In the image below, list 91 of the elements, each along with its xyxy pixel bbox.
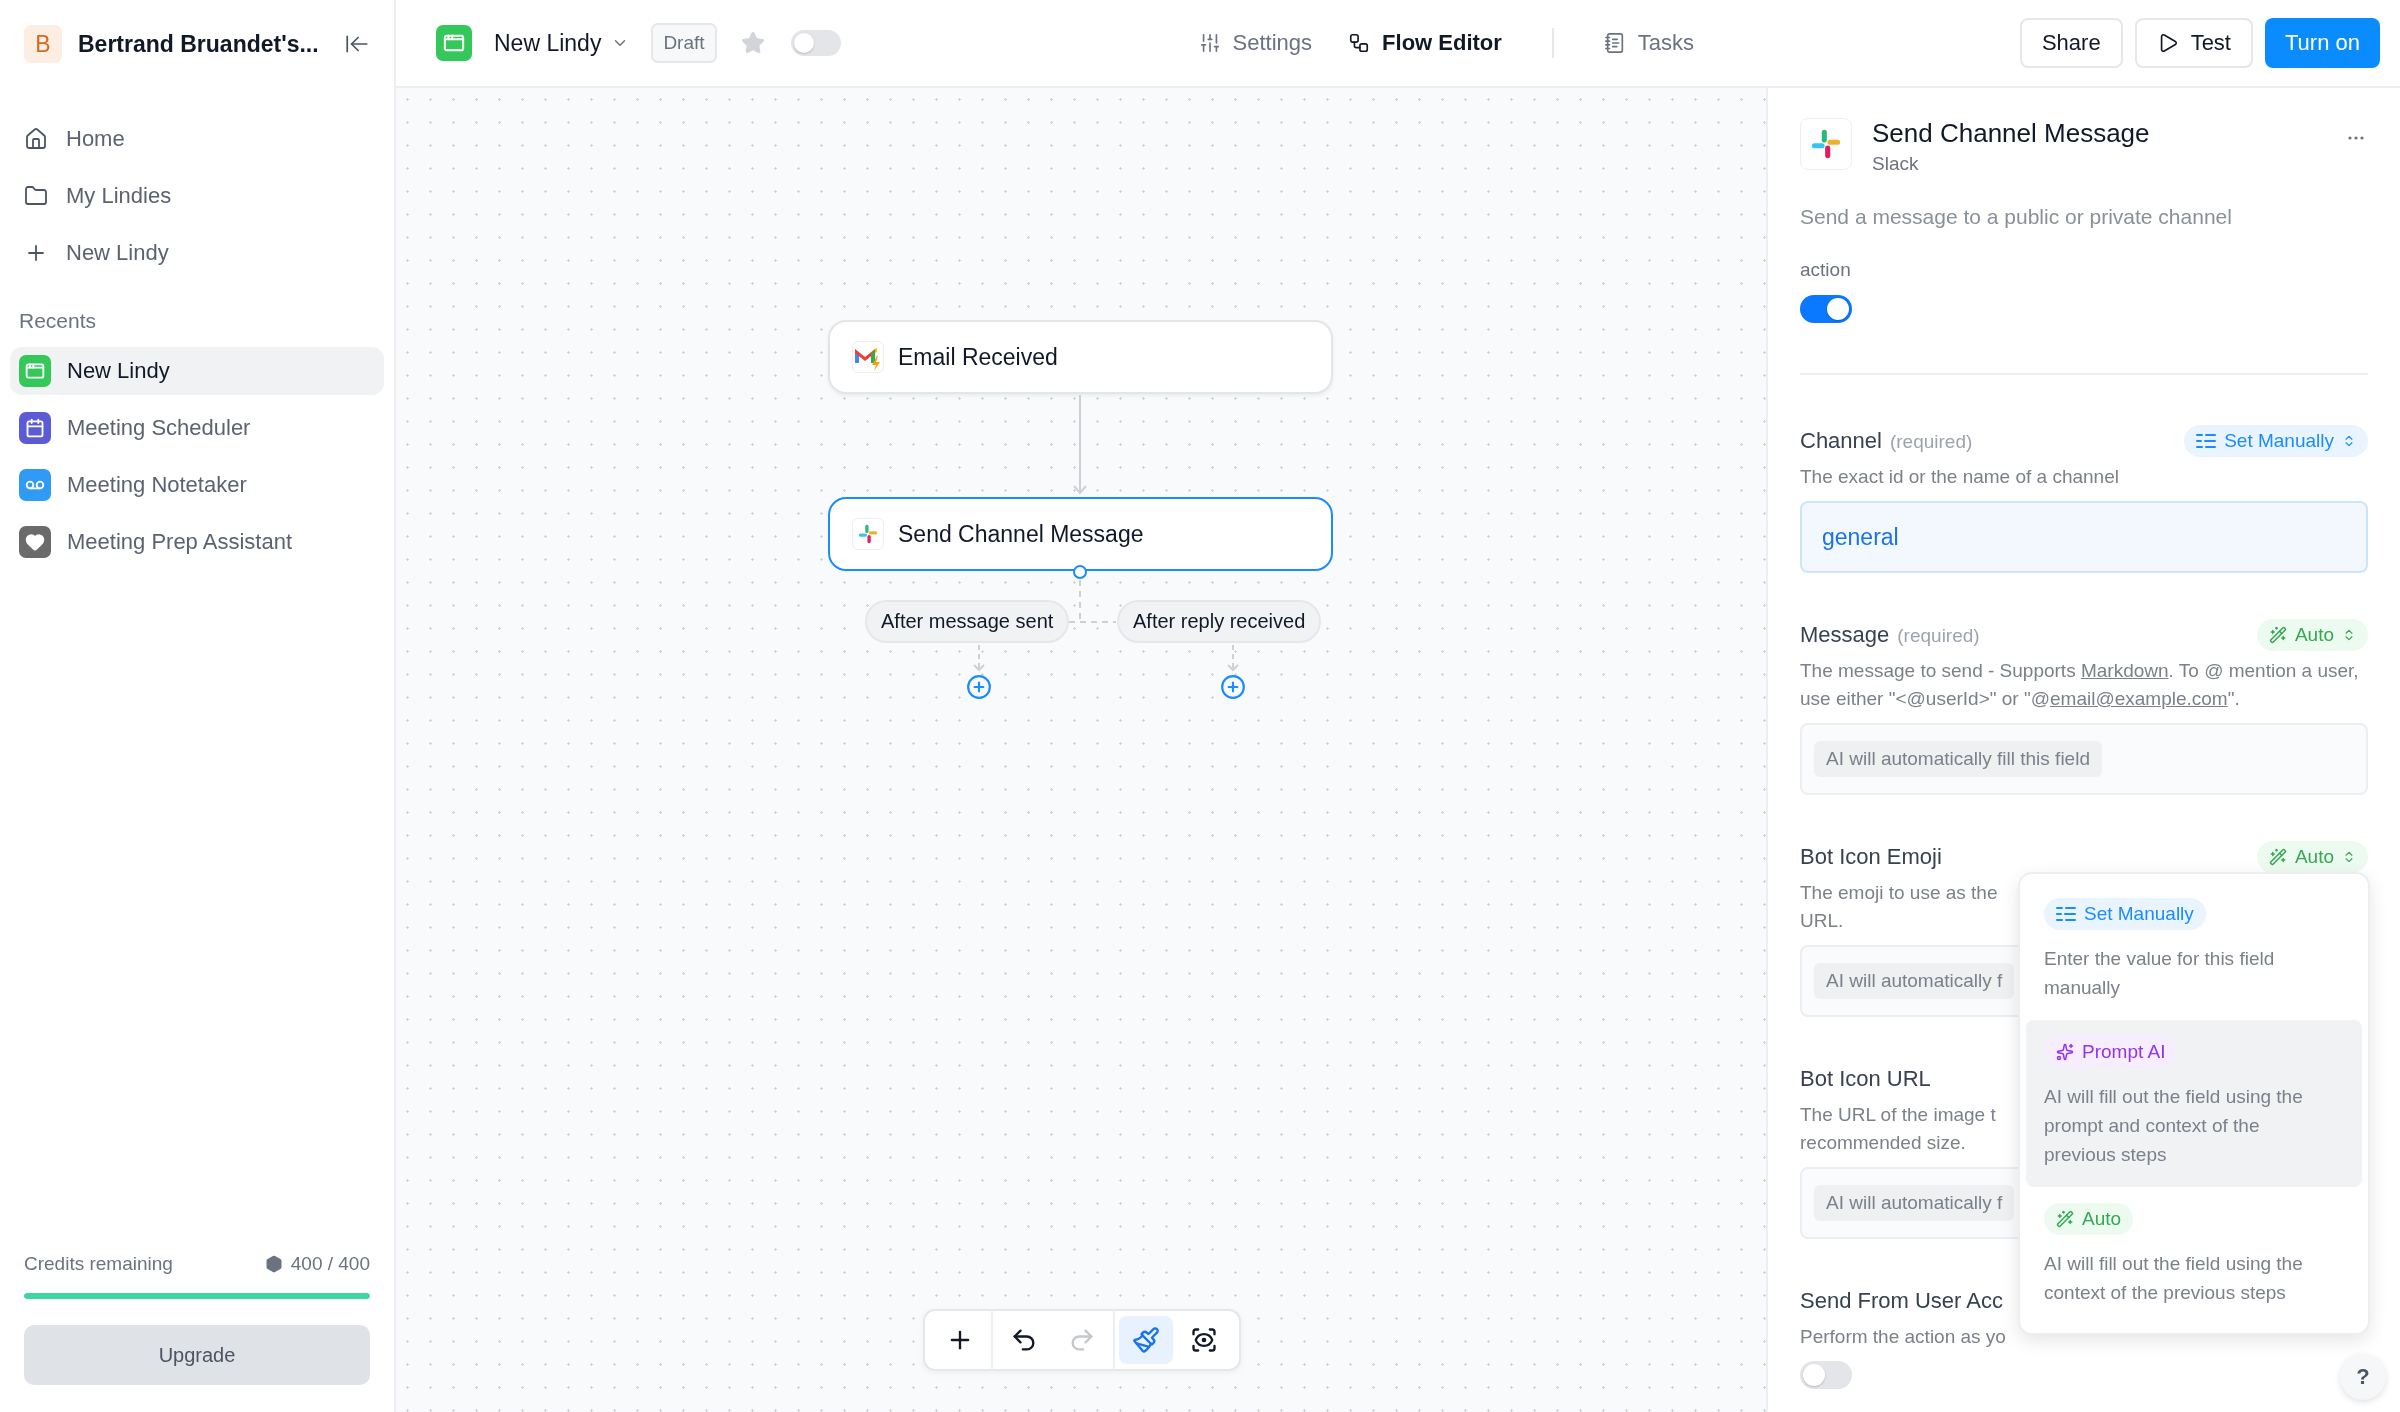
credits-reading: 400 / 400: [290, 1253, 370, 1275]
star-icon[interactable]: [740, 31, 765, 55]
mode-tag: Auto: [2044, 1203, 2134, 1235]
wand-icon: [2056, 1210, 2074, 1228]
menu-option[interactable]: Set Manually Enter the value for this field manually: [2026, 882, 2362, 1020]
wand-icon: [2268, 848, 2287, 866]
credit-icon: [264, 1255, 283, 1273]
auto-fill-note: AI will automatically f: [1814, 1185, 2015, 1221]
nav-item[interactable]: My Lindies: [10, 167, 384, 224]
menu-option[interactable]: Auto AI will fill out the field using the context of the previous steps: [2026, 1187, 2362, 1325]
panel-title: Send Channel Message: [1872, 118, 2151, 149]
section-label: Recents: [19, 309, 98, 333]
input-field[interactable]: AI will automatically fill this field: [1800, 723, 2368, 795]
dashed-arrow: [973, 644, 985, 672]
home-icon: [24, 126, 48, 151]
toggle-label: action: [1800, 259, 1852, 281]
field-label: Message: [1800, 622, 1890, 648]
field-label: Bot Icon Emoji: [1800, 844, 1942, 870]
add-step-button[interactable]: [966, 674, 992, 700]
upgrade-button[interactable]: Upgrade: [24, 1325, 370, 1385]
setting-toggle[interactable]: [1800, 1361, 1852, 1389]
option-description: Enter the value for this field manually: [2044, 947, 2276, 1000]
focus-icon: [1190, 1326, 1218, 1354]
recent-item[interactable]: Meeting Notetaker: [10, 461, 384, 509]
agent-name[interactable]: New Lindy: [494, 29, 602, 57]
menu-option[interactable]: Prompt AI AI will fill out the field using the prompt and context of the previous steps: [2026, 1020, 2362, 1187]
more-icon: [2348, 136, 2364, 140]
calendar-icon: [25, 418, 45, 438]
nav-tab[interactable]: Settings: [1180, 30, 1331, 56]
add-step-button[interactable]: [1220, 674, 1246, 700]
action-toggle[interactable]: [1800, 295, 1852, 323]
auto-fill-note: AI will automatically fill this field: [1814, 741, 2102, 777]
test-button[interactable]: Test: [2134, 18, 2253, 68]
field-description: Perform the action as yo: [1800, 1325, 2006, 1349]
folder-icon: [24, 183, 48, 208]
list-icon: [2056, 906, 2076, 922]
sparkles-icon: [2056, 1043, 2074, 1061]
panel-subtitle: Slack: [1872, 153, 1920, 175]
slack-logo: [1809, 127, 1843, 161]
field-label: Send From User Acc: [1800, 1288, 2003, 1314]
list-icon: [2196, 433, 2217, 449]
inline-link[interactable]: Markdown: [2080, 660, 2169, 681]
option-description: AI will fill out the field using the context of the previous steps: [2044, 1252, 2304, 1305]
wand-icon: [2268, 626, 2287, 644]
recent-item[interactable]: Meeting Prep Assistant: [10, 518, 384, 566]
credits-label: Credits remaining: [24, 1253, 173, 1275]
field-label: Channel: [1800, 428, 1882, 454]
flow-icon: [1348, 32, 1371, 54]
brush-icon: [1132, 1326, 1160, 1354]
nav-item[interactable]: Home: [10, 110, 384, 167]
auto-fill-note: AI will automatically f: [1814, 963, 2015, 999]
field-description: The emoji to use as the URL.: [1800, 881, 1998, 933]
field-description: The URL of the image t recommended size.: [1800, 1103, 1996, 1155]
flow-node[interactable]: Send Channel Message: [828, 497, 1333, 571]
branch-label: After message sent: [865, 600, 1070, 643]
nav-tab[interactable]: Tasks: [1585, 30, 1713, 56]
heart-icon: [25, 532, 45, 552]
status-badge: Draft: [651, 23, 717, 63]
panel-description: Send a message to a public or private channel: [1800, 205, 2233, 229]
flow-node[interactable]: Email Received: [828, 320, 1333, 394]
sliders-icon: [1198, 32, 1221, 54]
branch-label: After reply received: [1117, 600, 1322, 643]
workspace-avatar: B: [24, 25, 62, 63]
required-note: (required): [1889, 431, 1973, 453]
notebook-icon: [1603, 32, 1626, 54]
field-label: Bot Icon URL: [1800, 1066, 1931, 1092]
mode-tag: Set Manually: [2044, 898, 2206, 930]
slack-logo: [857, 523, 879, 545]
option-description: AI will fill out the field using the prompt and context of the previous steps: [2044, 1085, 2304, 1167]
workspace-name: Bertrand Bruandet's...: [78, 30, 320, 58]
field-description: The message to send - Supports Markdown. To @ mention a user, use either "<@userId>" or "@email@example.com".: [1800, 659, 2360, 711]
plus-circle-icon: [1220, 674, 1246, 700]
turn-on-button[interactable]: Turn on: [2265, 18, 2380, 68]
field-description: The exact id or the name of a channel: [1800, 465, 2119, 489]
mode-tag: Prompt AI: [2044, 1036, 2178, 1068]
recent-item[interactable]: Meeting Scheduler: [10, 404, 384, 452]
plus-circle-icon: [966, 674, 992, 700]
recent-item[interactable]: New Lindy: [10, 347, 384, 395]
connection-handle[interactable]: [1073, 565, 1087, 579]
share-button[interactable]: Share: [2019, 18, 2123, 68]
window-icon: [443, 32, 465, 54]
nav-item[interactable]: New Lindy: [10, 224, 384, 281]
required-note: (required): [1897, 625, 1980, 647]
enable-toggle[interactable]: [790, 30, 841, 56]
dashed-arrow: [1227, 644, 1239, 672]
window-icon: [25, 361, 45, 381]
input-field[interactable]: general: [1800, 501, 2368, 573]
inline-link[interactable]: email@example.com: [2050, 688, 2228, 709]
nav-tab[interactable]: Flow Editor: [1330, 30, 1520, 56]
branch-connector: [1068, 579, 1117, 623]
help-button[interactable]: ?: [2340, 1354, 2386, 1400]
